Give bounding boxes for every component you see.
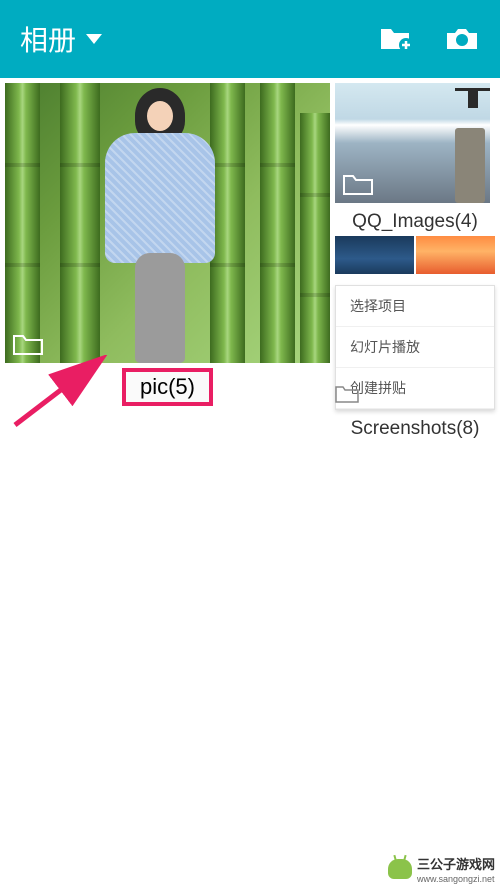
menu-slideshow[interactable]: 幻灯片播放 <box>336 327 494 368</box>
album-pic[interactable] <box>5 83 330 363</box>
context-menu: 选择项目 幻灯片播放 创建拼贴 <box>335 285 495 410</box>
watermark: 三公子游戏网 www.sangongzi.net <box>388 854 495 884</box>
header-actions <box>378 21 480 57</box>
album-pic-label: pic(5) <box>122 368 213 406</box>
watermark-name: 三公子游戏网 <box>417 857 495 872</box>
album-screenshots-label: Screenshots(8) <box>335 418 495 440</box>
album-grid: pic(5) QQ_Images(4) 选择项目 幻灯片播放 <box>0 78 500 445</box>
album-qq-label: QQ_Images(4) <box>335 211 495 233</box>
camera-button[interactable] <box>444 21 480 57</box>
title-dropdown[interactable]: 相册 <box>20 19 102 59</box>
app-header: 相册 <box>0 0 500 78</box>
album-label-highlighted: pic(5) <box>5 368 330 406</box>
folder-icon <box>13 333 43 355</box>
menu-select-items[interactable]: 选择项目 <box>336 286 494 327</box>
folder-plus-icon <box>379 25 413 53</box>
left-column: pic(5) <box>5 83 330 440</box>
watermark-url: www.sangongzi.net <box>417 874 495 884</box>
page-title: 相册 <box>20 19 76 59</box>
right-column: QQ_Images(4) 选择项目 幻灯片播放 创建拼贴 Screenshots… <box>335 83 495 440</box>
album-screenshots[interactable] <box>335 236 495 274</box>
camera-icon <box>445 25 479 53</box>
album-qq-images[interactable] <box>335 83 490 203</box>
folder-icon <box>343 173 373 195</box>
menu-create-collage[interactable]: 创建拼贴 <box>336 368 494 409</box>
folder-icon <box>335 385 359 403</box>
chevron-down-icon <box>86 34 102 44</box>
new-folder-button[interactable] <box>378 21 414 57</box>
android-icon <box>388 859 412 879</box>
